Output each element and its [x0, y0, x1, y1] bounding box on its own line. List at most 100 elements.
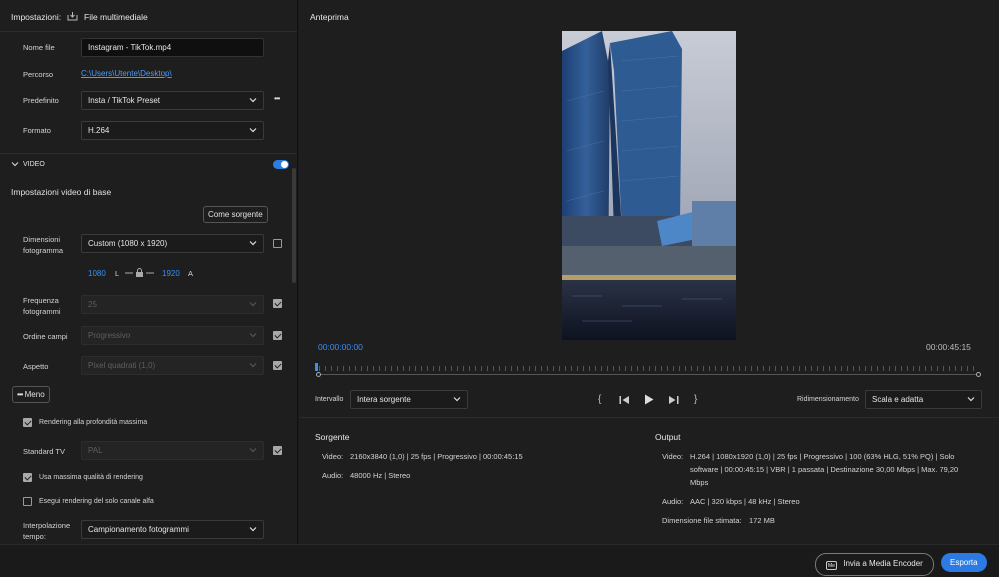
alpha-only-label: Esegui rendering del solo canale alfa	[39, 498, 154, 505]
frame-rate-label-1: Frequenza	[23, 296, 59, 305]
timeline[interactable]	[315, 360, 982, 382]
set-out-button[interactable]: }	[694, 394, 697, 405]
frame-size-select[interactable]: Custom (1080 x 1920)	[81, 234, 264, 253]
chevron-down-icon	[453, 395, 461, 402]
chevron-down-icon	[249, 239, 257, 246]
frame-rate-select[interactable]: 25	[81, 295, 264, 314]
max-quality-checkbox[interactable]	[23, 473, 32, 482]
output-video-line-2: software | 00:00:45:15 | VBR | 1 passata…	[690, 465, 959, 474]
less-button[interactable]: ••• Meno	[12, 386, 50, 403]
range-label: Intervallo	[315, 396, 344, 403]
preset-select[interactable]: Insta / TikTok Preset	[81, 91, 264, 110]
range-value: Intera sorgente	[357, 395, 411, 404]
preview-title: Anteprima	[310, 12, 349, 22]
step-forward-icon[interactable]	[668, 395, 679, 407]
path-label: Percorso	[23, 70, 54, 79]
height-value[interactable]: 1920	[162, 269, 180, 278]
output-video-label: Video:	[662, 452, 684, 461]
timecode-end: 00:00:45:15	[926, 342, 971, 352]
frame-size-checkbox[interactable]	[273, 239, 282, 248]
format-value: H.264	[88, 126, 110, 135]
file-size-label: Dimensione file stimata:	[662, 516, 742, 525]
tv-standard-label: Standard TV	[23, 447, 65, 456]
output-video-line-1: H.264 | 1080x1920 (1,0) | 25 fps | Progr…	[690, 452, 955, 461]
step-back-icon[interactable]	[619, 395, 630, 407]
export-button[interactable]: Esporta	[941, 553, 987, 572]
match-source-button[interactable]: Come sorgente	[203, 206, 268, 223]
export-settings-panel: Impostazioni: File multimediale Nome fil…	[0, 0, 298, 544]
output-heading: Output	[655, 432, 681, 442]
source-audio-value: 48000 Hz | Stereo	[350, 471, 411, 480]
time-interp-label-1: Interpolazione	[23, 521, 71, 530]
aspect-checkbox[interactable]	[273, 361, 282, 370]
basic-video-heading: Impostazioni video di base	[11, 187, 112, 197]
tv-standard-value: PAL	[88, 446, 103, 455]
format-label: Formato	[23, 126, 51, 135]
aspect-select[interactable]: Pixel quadrati (1,0)	[81, 356, 264, 375]
frame-size-label-2: fotogramma	[23, 246, 64, 255]
less-label: Meno	[24, 390, 45, 399]
height-unit: A	[188, 269, 194, 278]
tv-standard-select[interactable]: PAL	[81, 441, 264, 460]
video-toggle[interactable]	[273, 160, 289, 169]
media-file-tab[interactable]: File multimediale	[84, 12, 148, 22]
divider	[0, 153, 297, 154]
send-to-media-encoder-button[interactable]: Me Invia a Media Encoder	[815, 553, 934, 576]
frame-size-value: Custom (1080 x 1920)	[88, 239, 168, 248]
scaling-label: Ridimensionamento	[797, 396, 859, 403]
frame-rate-label-2: fotogrammi	[23, 307, 61, 316]
chevron-down-icon	[249, 361, 257, 368]
max-quality-label: Usa massima qualità di rendering	[39, 474, 143, 481]
media-file-icon[interactable]	[67, 11, 78, 23]
max-depth-checkbox[interactable]	[23, 418, 32, 427]
preview-video-frame	[562, 31, 736, 340]
source-video-value: 2160x3840 (1,0) | 25 fps | Progressivo |…	[350, 452, 523, 461]
filename-input[interactable]: Instagram - TikTok.mp4	[81, 38, 264, 57]
width-value[interactable]: 1080	[88, 269, 106, 278]
alpha-only-checkbox[interactable]	[23, 497, 32, 506]
source-heading: Sorgente	[315, 432, 350, 442]
preset-more-button[interactable]: •••	[274, 94, 280, 103]
format-select[interactable]: H.264	[81, 121, 264, 140]
output-audio-label: Audio:	[662, 497, 684, 506]
preset-value: Insta / TikTok Preset	[88, 96, 161, 105]
timecode-start[interactable]: 00:00:00:00	[318, 342, 363, 352]
settings-title: Impostazioni:	[11, 12, 62, 22]
out-point-handle[interactable]	[976, 372, 981, 377]
field-order-select[interactable]: Progressivo	[81, 326, 264, 345]
chevron-down-icon	[249, 126, 257, 133]
divider	[299, 417, 999, 418]
time-interp-select[interactable]: Campionamento fotogrammi	[81, 520, 264, 539]
scaling-select[interactable]: Scala e adatta	[865, 390, 982, 409]
chevron-down-icon	[249, 331, 257, 338]
field-order-checkbox[interactable]	[273, 331, 282, 340]
timeline-track	[319, 374, 979, 375]
source-audio-label: Audio:	[322, 471, 344, 480]
scaling-value: Scala e adatta	[872, 395, 924, 404]
time-interp-label-2: tempo:	[23, 532, 46, 541]
aspect-value: Pixel quadrati (1,0)	[88, 361, 156, 370]
link-lock-icon[interactable]	[124, 267, 155, 281]
source-video-label: Video:	[322, 452, 344, 461]
send-to-media-encoder-label: Invia a Media Encoder	[843, 559, 923, 568]
collapse-chevron-icon[interactable]	[11, 160, 19, 170]
time-interp-value: Campionamento fotogrammi	[88, 525, 189, 534]
field-order-label: Ordine campi	[23, 332, 68, 341]
set-in-button[interactable]: {	[598, 394, 601, 405]
path-link[interactable]: C:\Users\Utente\Desktop\	[81, 69, 172, 78]
in-point-handle[interactable]	[316, 372, 321, 377]
preset-label: Predefinito	[23, 96, 59, 105]
max-depth-label: Rendering alla profondità massima	[39, 419, 148, 426]
frame-rate-checkbox[interactable]	[273, 299, 282, 308]
frame-size-label-1: Dimensioni	[23, 235, 61, 244]
play-icon[interactable]	[644, 394, 654, 407]
chevron-down-icon	[249, 446, 257, 453]
range-select[interactable]: Intera sorgente	[350, 390, 468, 409]
media-encoder-icon: Me	[826, 561, 837, 570]
file-size-value: 172 MB	[749, 516, 775, 525]
playhead[interactable]	[315, 363, 318, 371]
settings-scrollbar[interactable]	[292, 168, 296, 283]
video-section-label[interactable]: VIDEO	[23, 161, 45, 168]
tv-standard-checkbox[interactable]	[273, 446, 282, 455]
width-unit: L	[115, 269, 120, 278]
